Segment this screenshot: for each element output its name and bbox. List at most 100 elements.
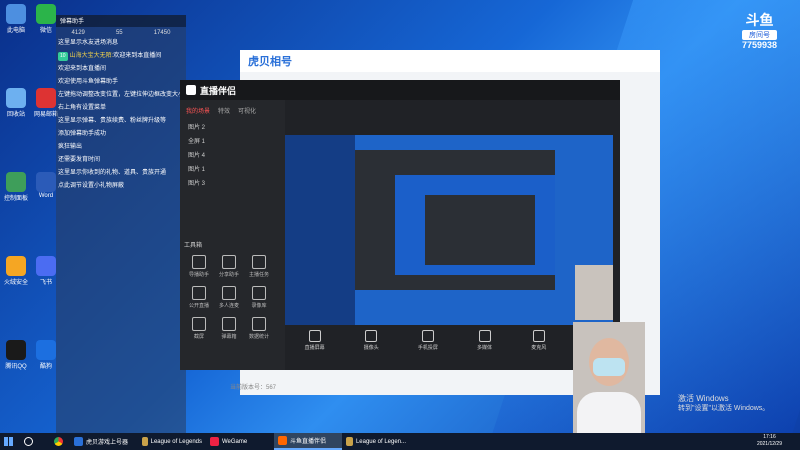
chat-text: 添加弹幕助手成功 (58, 131, 107, 137)
taskbar-app-label: League of Legen... (355, 438, 406, 445)
app-logo-icon (186, 85, 196, 95)
tool-icon (252, 317, 266, 331)
taskbar-app-icon (210, 437, 219, 446)
tool-icon (192, 255, 206, 269)
taskbar-app[interactable]: 虎贝游戏上号器 (70, 433, 138, 450)
chat-text: 点此调节设置小礼物屏蔽 (58, 183, 125, 189)
room-number: 7759938 (742, 40, 778, 50)
tool-button[interactable]: 数据统计 (244, 317, 274, 340)
app-status: 当前版本号：567 (230, 385, 277, 391)
app-tabs: 我的场景 特效 可视化 (180, 100, 285, 121)
taskbar-app-icon (74, 437, 83, 446)
chat-message: 右上角有设置菜单 (56, 104, 186, 113)
tool-icon (192, 317, 206, 331)
chat-message: 添加弹幕助手成功 (56, 130, 186, 139)
source-button[interactable]: 麦克风 (531, 329, 547, 351)
chat-message: 这里显示弹幕、贵族续费、粉丝牌升级等 (56, 117, 186, 126)
app-title: 直播伴侣 (200, 85, 237, 96)
scene-item[interactable]: 全屏 1 (180, 135, 285, 149)
stat-fans: 17450 (153, 30, 171, 36)
tool-button[interactable]: 主播任务 (244, 255, 274, 278)
scene-item[interactable]: 图片 2 (180, 121, 285, 135)
desktop-icon[interactable]: 此电脑 (2, 4, 30, 34)
danmu-assistant-window[interactable]: 弹幕助手 4129 55 17450 这里显示水友进场消息 10 山海大宝大无陌:欢… (56, 15, 186, 433)
taskbar-app[interactable]: WeGame (206, 433, 274, 450)
desktop-icon[interactable]: 腾讯QQ (2, 340, 30, 370)
chat-title-bar[interactable]: 弹幕助手 (56, 15, 186, 27)
chat-text: 疯狂输出 (58, 144, 83, 150)
tool-icon (222, 255, 236, 269)
source-button[interactable]: 摄像头 (364, 329, 379, 351)
chat-message: 左键拖动调整改变位置，左键拉伸边框改变大小 (56, 91, 186, 100)
taskbar-app-icon (346, 437, 353, 446)
tool-button[interactable]: 录像库 (244, 286, 274, 309)
desktop-icon-label: 腾讯QQ (5, 364, 27, 370)
app-icon (6, 172, 26, 192)
chat-message-list: 这里显示水友进场消息 10 山海大宝大无陌:欢迎来到本直播间 欢迎来到本直播间 欢迎使用… (56, 39, 186, 191)
tool-icon (252, 286, 266, 300)
watermark-sub: 房间号 (742, 30, 778, 40)
source-button[interactable]: 多媒体 (477, 329, 493, 351)
chat-message: 欢迎使用斗鱼弹幕助手 (56, 78, 186, 87)
tool-button[interactable]: 分享助手 (214, 255, 244, 278)
desktop-icon-label: 回收站 (6, 112, 25, 118)
app-tab[interactable]: 可视化 (238, 106, 256, 115)
taskbar-app-label: 斗鱼直播伴侣 (290, 439, 327, 445)
tool-button[interactable]: 弹幕箱 (214, 317, 244, 340)
activate-line2: 转到"设置"以激活 Windows。 (678, 405, 770, 412)
taskbar-app[interactable]: League of Legends (138, 433, 206, 450)
tool-button[interactable]: 导播助手 (184, 255, 214, 278)
app-icon (6, 256, 26, 276)
source-button[interactable]: 直播屏幕 (304, 329, 325, 351)
watermark-logo: 斗鱼 (745, 12, 774, 28)
chat-stats: 4129 55 17450 (56, 27, 186, 39)
chat-message: 这里显示你收到的礼物、道具、贵族开通 (56, 169, 186, 178)
chat-message: 疯狂输出 (56, 143, 186, 152)
taskbar-app[interactable]: 斗鱼直播伴侣 (274, 433, 342, 450)
taskbar-app-label: League of Legends (150, 438, 202, 445)
source-icon (308, 329, 321, 342)
start-button[interactable] (0, 433, 20, 450)
source-label: 多媒体 (477, 344, 493, 351)
app-icon (36, 4, 56, 24)
taskbar-app-label: 虎贝游戏上号器 (86, 440, 129, 446)
chat-text: 这里显示你收到的礼物、道具、贵族开通 (58, 170, 167, 176)
toolbox: 工具箱 导播助手 分享助手 主播任务公开直播 多人连麦 录像库截屏 弹幕箱 数据统计 (184, 240, 282, 348)
tool-icon (252, 255, 266, 269)
source-label: 麦克风 (531, 344, 547, 351)
app-tab[interactable]: 我的场景 (186, 106, 210, 115)
taskbar-clock[interactable]: 17:16 2021/12/29 (757, 434, 782, 448)
activate-line1: 激活 Windows (678, 394, 729, 403)
source-label: 直播屏幕 (304, 344, 325, 351)
chat-title: 弹幕助手 (60, 19, 85, 25)
desktop-icon[interactable]: 回收站 (2, 88, 30, 118)
browser-title: 虎贝相号 (240, 50, 660, 72)
chat-message: 10 山海大宝大无陌:欢迎来到本直播间 (56, 52, 186, 61)
streaming-app-window[interactable]: 直播伴侣 我的场景 特效 可视化 图片 2 全屏 1 图片 4 图片 1 图片 3 工具箱 … (180, 80, 620, 391)
activate-windows-notice: 激活 Windows 转到"设置"以激活 Windows。 (678, 394, 769, 414)
webcam-overlay (573, 322, 645, 433)
chat-username: 山海大宝大无陌: (69, 53, 114, 59)
app-bottom-bar: 直播屏幕摄像头手机投屏多媒体麦克风扬声器 (285, 325, 620, 355)
chat-text: 右上角有设置菜单 (58, 105, 107, 111)
tool-button[interactable]: 截屏 (184, 317, 214, 340)
source-icon (532, 329, 545, 342)
toolbox-title: 工具箱 (184, 243, 203, 249)
app-tab[interactable]: 特效 (218, 106, 230, 115)
scene-list: 图片 2 全屏 1 图片 4 图片 1 图片 3 (180, 121, 285, 191)
scene-item[interactable]: 图片 1 (180, 163, 285, 177)
desktop-icon[interactable]: 火绒安全 (2, 256, 30, 286)
source-button[interactable]: 手机投屏 (418, 329, 438, 351)
app-icon (36, 88, 56, 108)
douyu-watermark: 斗鱼 房间号 7759938 (742, 10, 778, 50)
desktop-icon[interactable]: 控制面板 (2, 172, 30, 202)
tool-button[interactable]: 公开直播 (184, 286, 214, 309)
scene-item[interactable]: 图片 4 (180, 149, 285, 163)
taskbar-app[interactable]: League of Legen... (342, 433, 410, 450)
scene-item[interactable]: 图片 3 (180, 177, 285, 191)
tool-button[interactable]: 多人连麦 (214, 286, 244, 309)
chrome-button[interactable] (50, 433, 70, 450)
chat-text: 欢迎使用斗鱼弹幕助手 (58, 79, 119, 85)
stream-preview (285, 135, 613, 325)
taskbar-search[interactable] (20, 433, 50, 450)
